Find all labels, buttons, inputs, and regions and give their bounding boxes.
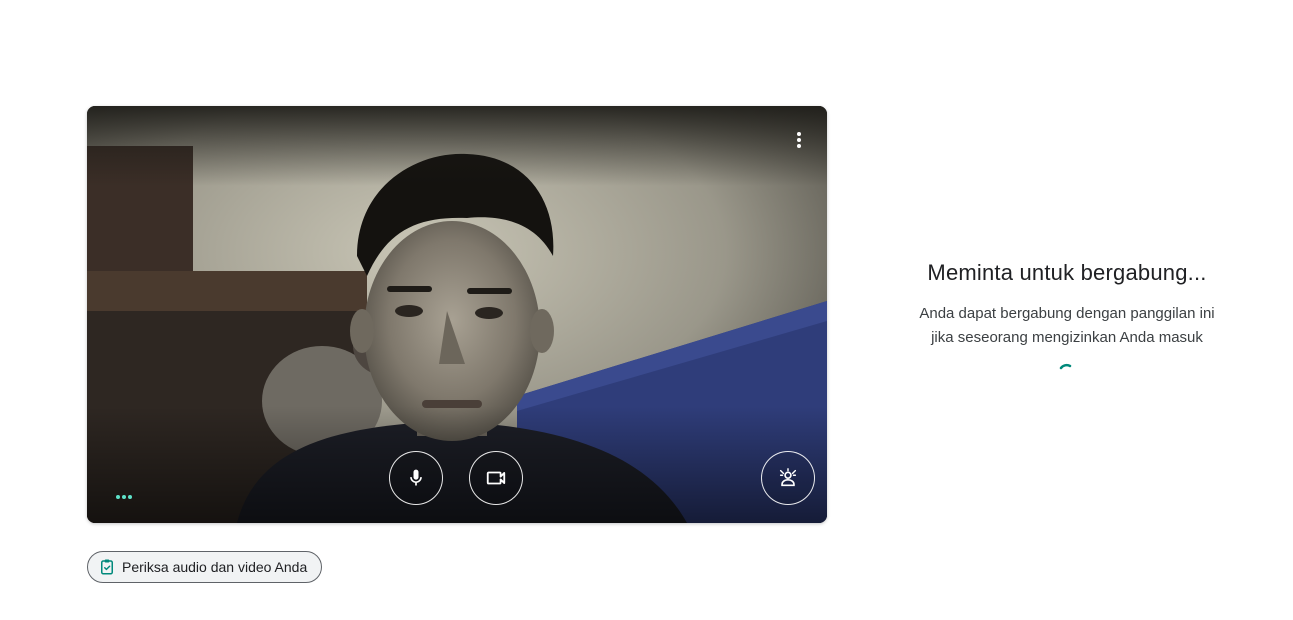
clipboard-check-icon: [101, 559, 113, 575]
loading-spinner-icon: [1057, 362, 1077, 382]
more-options-button[interactable]: [785, 126, 813, 154]
self-video-preview: [87, 106, 827, 523]
camera-toggle-button[interactable]: [469, 451, 523, 505]
check-audio-video-button[interactable]: Periksa audio dan video Anda: [87, 551, 323, 583]
meet-prejoin-page: Periksa audio dan video Anda Meminta unt…: [0, 0, 1293, 620]
visual-effects-icon: [779, 468, 797, 487]
microphone-toggle-button[interactable]: [389, 451, 443, 505]
videocam-icon: [486, 471, 506, 485]
camera-feed-image: [87, 106, 827, 523]
join-status-description: Anda dapat bergabung dengan panggilan in…: [919, 305, 1215, 346]
join-status-title: Meminta untuk bergabung...: [927, 260, 1207, 285]
visual-effects-button[interactable]: [761, 451, 815, 505]
microphone-icon: [410, 469, 422, 486]
join-status-panel: Meminta untuk bergabung... Anda dapat be…: [900, 256, 1234, 382]
more-vert-icon: [797, 132, 801, 148]
check-audio-video-label: Periksa audio dan video Anda: [122, 559, 308, 575]
audio-level-dots-icon: [116, 495, 132, 499]
